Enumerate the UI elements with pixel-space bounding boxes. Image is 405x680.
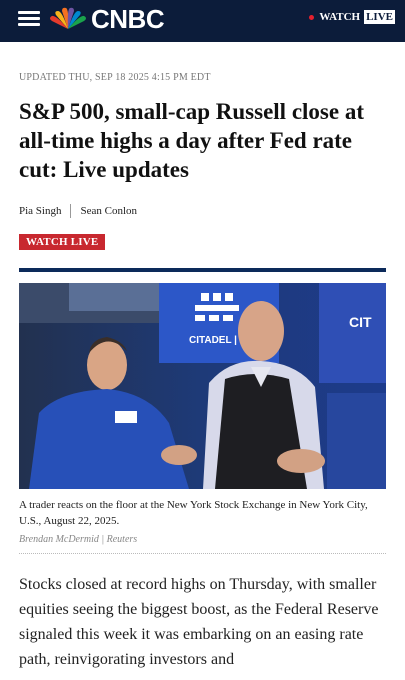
- image-credit: Brendan McDermid | Reuters: [19, 534, 138, 545]
- article-hero-image[interactable]: CITADEL | S CIT: [19, 283, 386, 489]
- author-divider: [70, 204, 72, 218]
- updated-timestamp: UPDATED THU, SEP 18 2025 4:15 PM EDT: [19, 72, 211, 83]
- article-body: Stocks closed at record highs on Thursda…: [19, 576, 379, 668]
- citadel-sign-right: CIT: [349, 314, 372, 330]
- author-link[interactable]: Sean Conlon: [80, 205, 137, 217]
- citadel-sign: CITADEL | S: [189, 335, 247, 346]
- article-headline: S&P 500, small-cap Russell close at all-…: [19, 99, 364, 182]
- live-dot-icon: [309, 14, 315, 20]
- peacock-icon: [50, 7, 86, 30]
- trading-floor-photo: CITADEL | S CIT: [19, 283, 386, 489]
- cnbc-logo[interactable]: CNBC: [48, 3, 165, 34]
- live-label: LIVE: [364, 10, 395, 24]
- image-caption: A trader reacts on the floor at the New …: [19, 499, 368, 527]
- menu-icon[interactable]: [18, 8, 40, 30]
- section-rule: [19, 268, 386, 272]
- top-header: CNBC WATCH LIVE: [0, 0, 405, 42]
- article-content: UPDATED THU, SEP 18 2025 4:15 PM EDT S&P…: [0, 72, 405, 672]
- author-link[interactable]: Pia Singh: [19, 205, 61, 217]
- author-byline: Pia Singh Sean Conlon: [19, 204, 386, 218]
- watch-label: WATCH: [319, 11, 361, 23]
- caption-divider: [19, 553, 386, 554]
- watch-live-button[interactable]: WATCH LIVE: [19, 234, 106, 250]
- header-watch-live-button[interactable]: WATCH LIVE: [309, 10, 395, 24]
- brand-wordmark: CNBC: [91, 3, 165, 34]
